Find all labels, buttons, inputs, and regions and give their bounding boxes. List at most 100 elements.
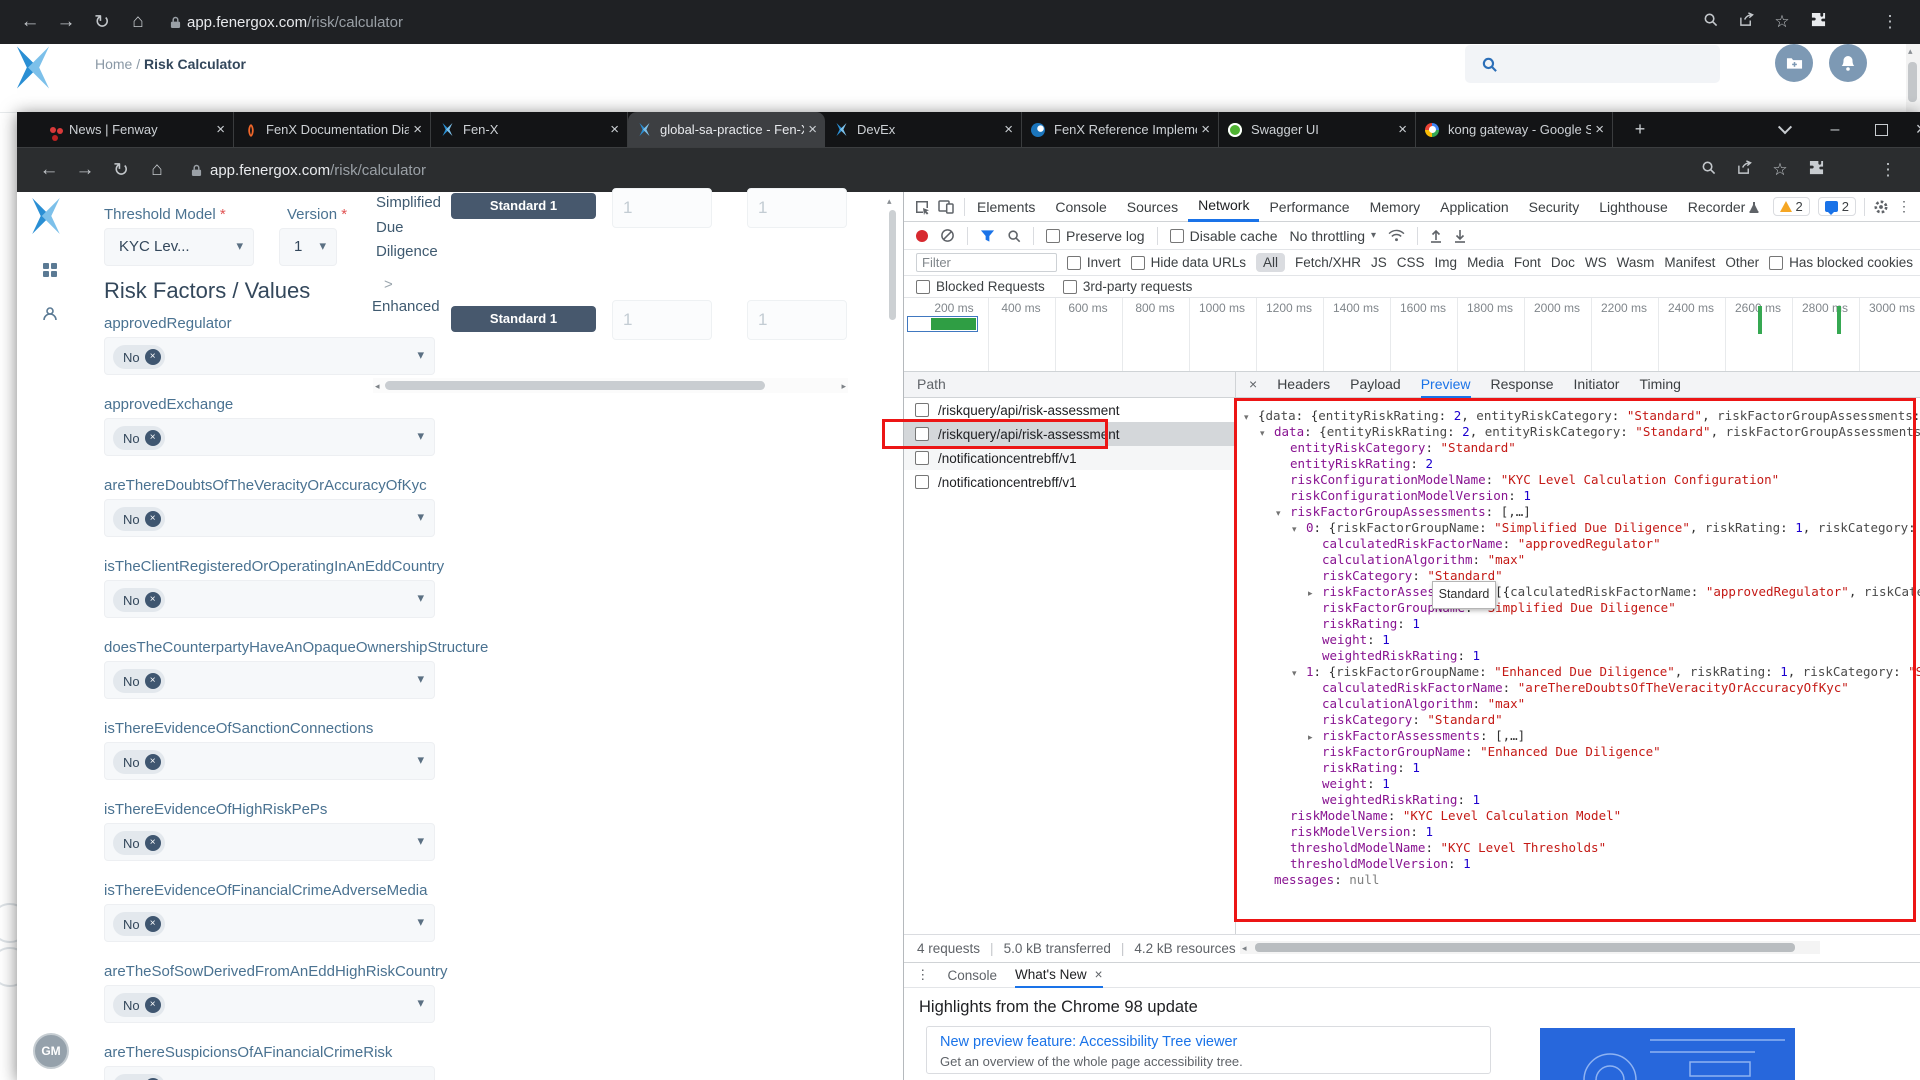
search-icon[interactable]: [1007, 229, 1021, 243]
detail-tab-response[interactable]: Response: [1491, 372, 1554, 398]
device-toolbar-icon[interactable]: [938, 200, 954, 214]
drawer-menu-icon[interactable]: ⋮: [916, 967, 930, 983]
user-avatar[interactable]: GM: [33, 1033, 69, 1069]
disable-cache-checkbox[interactable]: Disable cache: [1170, 228, 1278, 244]
throttling-select[interactable]: No throttling▾: [1290, 228, 1377, 244]
expand-chevron-icon[interactable]: >: [384, 276, 393, 293]
tab-close-icon[interactable]: ×: [610, 121, 619, 138]
extensions-puzzle-icon[interactable]: [1800, 12, 1836, 32]
add-case-button[interactable]: [1775, 44, 1813, 82]
home-icon[interactable]: ⌂: [139, 159, 175, 181]
remove-value-icon[interactable]: ×: [145, 592, 161, 608]
sidebar-item-users[interactable]: [42, 306, 58, 327]
sidebar-item-dashboard[interactable]: [42, 262, 58, 283]
export-har-icon[interactable]: [1454, 229, 1466, 243]
field-select-isThereEvidenceOfSanctionConnections[interactable]: No× ▾: [104, 742, 435, 780]
devtools-tab-network[interactable]: Network: [1188, 192, 1259, 222]
page-scrollbar[interactable]: ▴: [1906, 44, 1920, 112]
tab-close-icon[interactable]: ×: [808, 121, 817, 138]
value-chip[interactable]: No×: [113, 750, 165, 774]
breadcrumb[interactable]: Home / Risk Calculator: [95, 56, 246, 72]
browser-tab[interactable]: Swagger UI×: [1219, 112, 1416, 147]
request-checkbox[interactable]: [915, 403, 929, 417]
field-select-areTheSofSowDerivedFromAnEddHighRiskCountry[interactable]: No×▾: [104, 985, 435, 1023]
filter-type-font[interactable]: Font: [1514, 255, 1541, 270]
back-icon[interactable]: ←: [12, 11, 48, 33]
close-tab-icon[interactable]: ×: [1095, 967, 1103, 982]
remove-value-icon[interactable]: ×: [145, 754, 161, 770]
devtools-tab-lighthouse[interactable]: Lighthouse: [1589, 192, 1678, 222]
reload-icon[interactable]: ↻: [103, 159, 139, 182]
vertical-scrollbar-thumb[interactable]: [889, 210, 896, 320]
version-select[interactable]: 1▾: [279, 228, 337, 266]
preserve-log-checkbox[interactable]: Preserve log: [1046, 228, 1145, 244]
field-select-doesTheCounterpartyHaveAnOpaqueOwnershipStructure[interactable]: No× ▾: [104, 661, 435, 699]
value-chip[interactable]: No×: [113, 993, 165, 1017]
browser-tab[interactable]: kong gateway - Google Se×: [1416, 112, 1613, 147]
value-chip[interactable]: No×: [113, 669, 165, 693]
import-har-icon[interactable]: [1430, 229, 1442, 243]
settings-gear-icon[interactable]: [1873, 199, 1889, 215]
scroll-up-icon[interactable]: ▴: [887, 196, 892, 207]
devtools-menu-icon[interactable]: ⋮: [1897, 198, 1911, 215]
bookmark-star-icon[interactable]: ☆: [1762, 160, 1798, 180]
remove-value-icon[interactable]: ×: [145, 511, 161, 527]
devtools-tab-sources[interactable]: Sources: [1117, 192, 1188, 222]
profile-avatar[interactable]: [1834, 155, 1870, 186]
minimize-button[interactable]: –: [1815, 112, 1855, 147]
chevron-down-icon[interactable]: ▾: [417, 752, 424, 768]
filter-type-js[interactable]: JS: [1371, 255, 1387, 270]
threshold-value-input[interactable]: 1: [747, 300, 847, 340]
threshold-model-select[interactable]: KYC Lev...▾: [104, 228, 254, 266]
chevron-down-icon[interactable]: ▾: [417, 1076, 424, 1080]
standard-1-button[interactable]: Standard 1: [451, 306, 596, 332]
tab-close-icon[interactable]: ×: [1398, 121, 1407, 138]
devtools-tab-application[interactable]: Application: [1430, 192, 1519, 222]
profile-avatar[interactable]: [1836, 7, 1872, 38]
browser-menu-icon[interactable]: ⋮: [1870, 160, 1906, 180]
bookmark-star-icon[interactable]: ☆: [1764, 12, 1800, 32]
clear-icon[interactable]: [940, 228, 955, 243]
value-chip[interactable]: No×: [113, 507, 165, 531]
blocked-requests-checkbox[interactable]: Blocked Requests: [916, 279, 1045, 294]
response-scrollbar[interactable]: ◂: [1240, 941, 1820, 954]
devtools-tab-console[interactable]: Console: [1045, 192, 1116, 222]
chevron-down-icon[interactable]: ▾: [417, 671, 424, 687]
value-chip[interactable]: No×: [113, 588, 165, 612]
devtools-tab-elements[interactable]: Elements: [967, 192, 1045, 222]
tab-search-chevron-icon[interactable]: [1765, 112, 1805, 147]
value-chip[interactable]: No×: [113, 1074, 165, 1080]
browser-tab[interactable]: global-sa-practice - Fen-X×: [628, 112, 825, 147]
new-tab-button[interactable]: +: [1625, 112, 1655, 147]
detail-tab-preview[interactable]: Preview: [1421, 372, 1471, 398]
share-icon[interactable]: [1728, 12, 1764, 32]
threshold-value-input[interactable]: 1: [612, 188, 712, 228]
remove-value-icon[interactable]: ×: [145, 835, 161, 851]
field-select-isThereEvidenceOfFinancialCrimeAdverseMedia[interactable]: No×▾: [104, 904, 435, 942]
tab-whats-new[interactable]: What's New×: [1015, 962, 1102, 988]
field-select-approvedRegulator[interactable]: No×▾: [104, 337, 435, 375]
extensions-puzzle-icon[interactable]: [1798, 160, 1834, 180]
tab-close-icon[interactable]: ×: [1201, 121, 1210, 138]
detail-tab-headers[interactable]: Headers: [1277, 372, 1330, 398]
field-select-isThereEvidenceOfHighRiskPePs[interactable]: No×▾: [104, 823, 435, 861]
filter-type-fetch-xhr[interactable]: Fetch/XHR: [1295, 255, 1361, 270]
record-icon[interactable]: [916, 230, 928, 242]
share-icon[interactable]: [1726, 160, 1762, 180]
chevron-down-icon[interactable]: ▾: [417, 914, 424, 930]
filter-type-manifest[interactable]: Manifest: [1664, 255, 1715, 270]
detail-tab-payload[interactable]: Payload: [1350, 372, 1401, 398]
detail-tab-timing[interactable]: Timing: [1639, 372, 1681, 398]
field-select-areThereSuspicionsOfAFinancialCrimeRisk[interactable]: No× ▾: [104, 1066, 435, 1080]
address-url[interactable]: app.fenergox.com/risk/calculator: [187, 14, 403, 31]
close-detail-icon[interactable]: ×: [1249, 372, 1257, 398]
timeline-selection[interactable]: [907, 316, 978, 332]
maximize-button[interactable]: [1861, 112, 1901, 147]
home-icon[interactable]: ⌂: [120, 11, 156, 33]
filter-type-wasm[interactable]: Wasm: [1617, 255, 1655, 270]
browser-menu-icon[interactable]: ⋮: [1872, 12, 1908, 32]
remove-value-icon[interactable]: ×: [145, 430, 161, 446]
back-icon[interactable]: ←: [31, 159, 67, 181]
remove-value-icon[interactable]: ×: [145, 916, 161, 932]
filter-type-other[interactable]: Other: [1725, 255, 1759, 270]
